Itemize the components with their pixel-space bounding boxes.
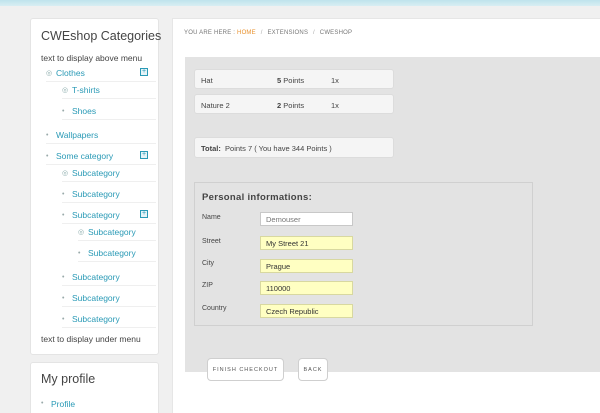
ring-bullet-icon: ◎ <box>46 70 53 77</box>
breadcrumb-separator: / <box>260 30 263 36</box>
breadcrumb-home-link[interactable]: HOME <box>237 30 256 36</box>
ring-bullet-icon: ◎ <box>62 170 69 177</box>
category-label: Subcategory <box>88 248 136 258</box>
cart-item-points: 2 Points <box>277 101 305 110</box>
ring-bullet-icon: ◎ <box>78 229 85 236</box>
categories-title: CWEshop Categories <box>41 29 162 43</box>
above-menu-text: text to display above menu <box>41 53 143 63</box>
category-label: Subcategory <box>72 210 120 220</box>
category-subcategory[interactable]: • Subcategory <box>62 186 156 203</box>
city-label: City <box>202 260 215 267</box>
category-label: Wallpapers <box>56 130 99 140</box>
cart-total-row: Total: Points 7 ( You have 344 Points ) <box>194 137 394 158</box>
cart-total: Total: Points 7 ( You have 344 Points ) <box>201 144 332 153</box>
cart-item-row: Nature 2 2 Points 1x <box>194 94 394 114</box>
finish-checkout-button[interactable]: FINISH CHECKOUT <box>207 358 284 381</box>
dot-bullet-icon: • <box>62 211 65 219</box>
category-subcategory[interactable]: • Subcategory <box>78 245 156 262</box>
cart-item-name: Nature 2 <box>201 101 230 110</box>
dot-bullet-icon: • <box>62 315 65 323</box>
personal-info-form: Personal informations: Name Street City … <box>194 182 533 326</box>
category-shoes[interactable]: • Shoes <box>62 103 156 120</box>
dot-bullet-icon: • <box>46 131 49 139</box>
expand-icon[interactable]: + <box>140 68 148 76</box>
dot-bullet-icon: • <box>46 152 49 160</box>
breadcrumb-separator: / <box>313 30 315 36</box>
expand-icon[interactable]: + <box>140 151 148 159</box>
categories-panel: CWEshop Categories text to display above… <box>30 18 162 355</box>
category-label: Subcategory <box>72 314 120 324</box>
category-label: Subcategory <box>72 168 120 178</box>
profile-link-label: Profile <box>51 398 76 409</box>
expand-icon[interactable]: + <box>140 210 148 218</box>
top-accent-bar <box>0 0 600 6</box>
below-menu-text: text to display under menu <box>41 334 141 344</box>
dot-bullet-icon: • <box>62 273 65 281</box>
zip-field[interactable] <box>260 281 353 295</box>
category-some-category[interactable]: • Some category + <box>46 148 156 165</box>
form-title: Personal informations: <box>202 192 313 203</box>
dot-bullet-icon: • <box>41 400 44 407</box>
category-label: Clothes <box>56 68 85 78</box>
country-label: Country <box>202 305 227 312</box>
category-label: Subcategory <box>72 293 120 303</box>
profile-link[interactable]: • Profile <box>41 395 151 412</box>
category-subcategory[interactable]: • Subcategory <box>62 290 156 307</box>
name-field[interactable] <box>260 212 353 226</box>
main-content: YOU ARE HERE : HOME / EXTENSIONS / CWESH… <box>172 18 600 413</box>
checkout-area: Hat 5 Points 1x Nature 2 2 Points 1x Tot… <box>185 57 600 381</box>
category-label: Some category <box>56 151 114 161</box>
breadcrumb-prefix: YOU ARE HERE : <box>184 30 236 36</box>
breadcrumb-extensions-link[interactable]: EXTENSIONS <box>267 30 308 36</box>
category-label: Subcategory <box>88 227 136 237</box>
category-label: T-shirts <box>72 85 100 95</box>
city-field[interactable] <box>260 259 353 273</box>
dot-bullet-icon: • <box>62 107 65 115</box>
dot-bullet-icon: • <box>78 249 81 257</box>
zip-label: ZIP <box>202 282 213 289</box>
dot-bullet-icon: • <box>62 294 65 302</box>
cart-item-points: 5 Points <box>277 76 305 85</box>
category-label: Shoes <box>72 106 97 116</box>
category-subcategory[interactable]: ◎ Subcategory <box>78 224 156 241</box>
category-label: Subcategory <box>72 272 120 282</box>
street-label: Street <box>202 238 221 245</box>
breadcrumb-current: CWESHOP <box>319 30 353 36</box>
cart-item-qty: 1x <box>331 76 339 85</box>
country-field[interactable] <box>260 304 353 318</box>
back-button[interactable]: BACK <box>298 358 328 381</box>
category-wallpapers[interactable]: • Wallpapers <box>46 127 156 144</box>
ring-bullet-icon: ◎ <box>62 87 69 94</box>
category-subcategory[interactable]: • Subcategory <box>62 269 156 286</box>
cart-item-name: Hat <box>201 76 213 85</box>
cart-item-qty: 1x <box>331 101 339 110</box>
category-clothes[interactable]: ◎ Clothes + <box>46 65 156 82</box>
breadcrumb: YOU ARE HERE : HOME / EXTENSIONS / CWESH… <box>184 30 352 36</box>
category-subcategory[interactable]: ◎ Subcategory <box>62 165 156 182</box>
profile-panel: My profile • Profile <box>30 362 159 413</box>
category-subcategory[interactable]: • Subcategory <box>62 311 156 328</box>
name-label: Name <box>202 214 221 221</box>
profile-title: My profile <box>41 372 96 386</box>
category-tshirts[interactable]: ◎ T-shirts <box>62 82 156 99</box>
category-subcategory[interactable]: • Subcategory + <box>62 207 156 224</box>
street-field[interactable] <box>260 236 353 250</box>
dot-bullet-icon: • <box>62 190 65 198</box>
category-label: Subcategory <box>72 189 120 199</box>
cart-item-row: Hat 5 Points 1x <box>194 69 394 89</box>
